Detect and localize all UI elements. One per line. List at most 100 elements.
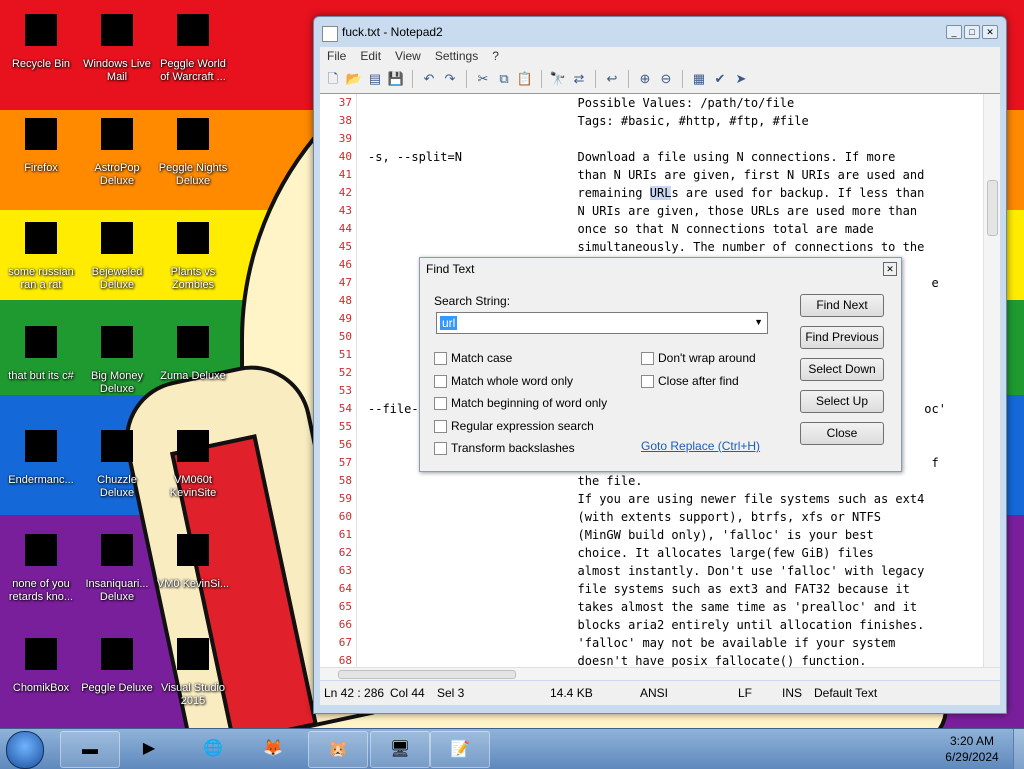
close-after-find-checkbox[interactable]: Close after find bbox=[641, 374, 739, 388]
text-line[interactable]: -s, --split=N Download a file using N co… bbox=[368, 148, 978, 166]
text-line[interactable]: the file. bbox=[368, 472, 978, 490]
cut-icon[interactable]: ✂ bbox=[474, 70, 492, 88]
taskbar-item-media-player[interactable]: ▶ bbox=[120, 731, 178, 766]
desktop-icon[interactable]: Visual Studio 2015 bbox=[156, 630, 230, 708]
taskbar-item-globe[interactable]: 🌐 bbox=[184, 731, 242, 766]
match-whole-word-checkbox[interactable]: Match whole word only bbox=[434, 374, 573, 388]
status-encoding[interactable]: ANSI bbox=[640, 686, 668, 700]
text-line[interactable]: (with extents support), btrfs, xfs or NT… bbox=[368, 508, 978, 526]
zoom-in-icon[interactable]: ⊕ bbox=[636, 70, 654, 88]
desktop-icon[interactable]: Windows Live Mail bbox=[80, 6, 154, 84]
zoom-out-icon[interactable]: ⊖ bbox=[657, 70, 675, 88]
text-line[interactable]: takes almost the same time as 'prealloc'… bbox=[368, 598, 978, 616]
menu-help[interactable]: ? bbox=[485, 47, 506, 65]
open-folder-icon[interactable]: 📂 bbox=[345, 70, 363, 88]
text-line[interactable]: 'falloc' may not be available if your sy… bbox=[368, 634, 978, 652]
match-case-checkbox[interactable]: Match case bbox=[434, 351, 512, 365]
menu-view[interactable]: View bbox=[388, 47, 428, 65]
find-dialog-title[interactable]: Find Text bbox=[420, 258, 901, 280]
desktop-icon[interactable]: ChomikBox bbox=[4, 630, 78, 695]
desktop-icon[interactable]: Peggle Nights Deluxe bbox=[156, 110, 230, 188]
desktop-icon[interactable]: Firefox bbox=[4, 110, 78, 175]
horizontal-scroll-thumb[interactable] bbox=[338, 670, 516, 679]
checkbox-box[interactable] bbox=[434, 374, 447, 388]
desktop-icon[interactable]: Plants vs Zombies bbox=[156, 214, 230, 292]
text-line[interactable]: Tags: #basic, #http, #ftp, #file bbox=[368, 112, 978, 130]
start-button[interactable] bbox=[6, 731, 44, 769]
text-line[interactable]: choice. It allocates large(few GiB) file… bbox=[368, 544, 978, 562]
text-line[interactable]: remaining URLs are used for backup. If l… bbox=[368, 184, 978, 202]
redo-icon[interactable]: ↷ bbox=[441, 70, 459, 88]
text-line[interactable]: once so that N connections total are mad… bbox=[368, 220, 978, 238]
vertical-scroll-thumb[interactable] bbox=[987, 180, 998, 236]
scheme-icon[interactable]: ▦ bbox=[690, 70, 708, 88]
select-down-button[interactable]: Select Down bbox=[800, 358, 884, 381]
desktop-icon[interactable]: none of you retards kno... bbox=[4, 526, 78, 604]
minimize-button[interactable]: _ bbox=[946, 25, 962, 39]
desktop-icon[interactable]: Insaniquari... Deluxe bbox=[80, 526, 154, 604]
dont-wrap-around-checkbox[interactable]: Don't wrap around bbox=[641, 351, 756, 365]
desktop-icon[interactable]: Recycle Bin bbox=[4, 6, 78, 71]
desktop-icon[interactable]: Peggle World of Warcraft ... bbox=[156, 6, 230, 84]
paste-icon[interactable]: 📋 bbox=[516, 70, 534, 88]
match-beginning-checkbox[interactable]: Match beginning of word only bbox=[434, 396, 607, 410]
browse-icon[interactable]: ▤ bbox=[366, 70, 384, 88]
status-scheme[interactable]: Default Text bbox=[814, 686, 877, 700]
search-input[interactable]: url ▼ bbox=[436, 312, 768, 334]
taskbar-item-window[interactable]: ▬ bbox=[60, 731, 120, 768]
vertical-scrollbar[interactable] bbox=[983, 94, 1000, 668]
taskbar-item-monitor[interactable]: 🖥 bbox=[370, 731, 430, 768]
pin-icon[interactable]: ➤ bbox=[732, 70, 750, 88]
chevron-down-icon[interactable]: ▼ bbox=[754, 317, 763, 327]
maximize-button[interactable]: □ bbox=[964, 25, 980, 39]
new-file-icon[interactable]: 🗋 bbox=[324, 70, 342, 88]
desktop-icon[interactable]: VM060t KevinSite bbox=[156, 422, 230, 500]
desktop-icon[interactable]: Bejeweled Deluxe bbox=[80, 214, 154, 292]
system-tray[interactable] bbox=[858, 731, 938, 766]
desktop-icon[interactable]: Big Money Deluxe bbox=[80, 318, 154, 396]
regex-search-checkbox[interactable]: Regular expression search bbox=[434, 419, 594, 433]
desktop-icon[interactable]: some russian ran a rat bbox=[4, 214, 78, 292]
close-button[interactable]: Close bbox=[800, 422, 884, 445]
checkbox-box[interactable] bbox=[434, 351, 447, 365]
transform-backslashes-checkbox[interactable]: Transform backslashes bbox=[434, 441, 575, 455]
replace-icon[interactable]: ⇄ bbox=[570, 70, 588, 88]
copy-icon[interactable]: ⧉ bbox=[495, 70, 513, 88]
checkbox-box[interactable] bbox=[641, 374, 654, 388]
text-line[interactable]: file systems such as ext3 and FAT32 beca… bbox=[368, 580, 978, 598]
goto-replace-link[interactable]: Goto Replace (Ctrl+H) bbox=[641, 439, 760, 453]
menu-file[interactable]: File bbox=[320, 47, 353, 65]
selected-text[interactable]: URL bbox=[649, 186, 672, 200]
desktop-icon[interactable]: AstroPop Deluxe bbox=[80, 110, 154, 188]
checkbox-box[interactable] bbox=[434, 396, 447, 410]
checkbox-box[interactable] bbox=[434, 419, 447, 433]
find-next-button[interactable]: Find Next bbox=[800, 294, 884, 317]
find-dialog[interactable]: Find Text ✕ Search String: url ▼ Match c… bbox=[419, 257, 902, 472]
text-line[interactable] bbox=[368, 130, 978, 148]
horizontal-scrollbar[interactable] bbox=[320, 667, 1000, 680]
title-bar[interactable]: fuck.txt - Notepad2 _ □ ✕ bbox=[314, 17, 1006, 47]
taskbar-item-chomikbox[interactable]: 🐹 bbox=[308, 731, 368, 768]
menu-edit[interactable]: Edit bbox=[353, 47, 388, 65]
desktop-icon[interactable]: VM0 KevinSi... bbox=[156, 526, 230, 591]
menu-settings[interactable]: Settings bbox=[428, 47, 485, 65]
find-previous-button[interactable]: Find Previous bbox=[800, 326, 884, 349]
taskbar-item-firefox[interactable]: 🦊 bbox=[244, 731, 302, 766]
save-icon[interactable]: 💾 bbox=[387, 70, 405, 88]
undo-icon[interactable]: ↶ bbox=[420, 70, 438, 88]
find-icon[interactable]: 🔭 bbox=[549, 70, 567, 88]
close-button[interactable]: ✕ bbox=[982, 25, 998, 39]
text-line[interactable]: N URIs are given, those URLs are used mo… bbox=[368, 202, 978, 220]
text-line[interactable]: (MinGW build only), 'falloc' is your bes… bbox=[368, 526, 978, 544]
text-line[interactable]: Possible Values: /path/to/file bbox=[368, 94, 978, 112]
checkbox-box[interactable] bbox=[434, 441, 447, 455]
show-desktop-button[interactable] bbox=[1013, 729, 1024, 769]
desktop-icon[interactable]: Chuzzle Deluxe bbox=[80, 422, 154, 500]
select-up-button[interactable]: Select Up bbox=[800, 390, 884, 413]
clock[interactable]: 3:20 AM 6/29/2024 bbox=[940, 733, 1004, 765]
customize-icon[interactable]: ✔ bbox=[711, 70, 729, 88]
text-line[interactable]: almost instantly. Don't use 'falloc' wit… bbox=[368, 562, 978, 580]
desktop-icon[interactable]: Peggle Deluxe bbox=[80, 630, 154, 695]
text-line[interactable]: If you are using newer file systems such… bbox=[368, 490, 978, 508]
text-line[interactable]: simultaneously. The number of connection… bbox=[368, 238, 978, 256]
